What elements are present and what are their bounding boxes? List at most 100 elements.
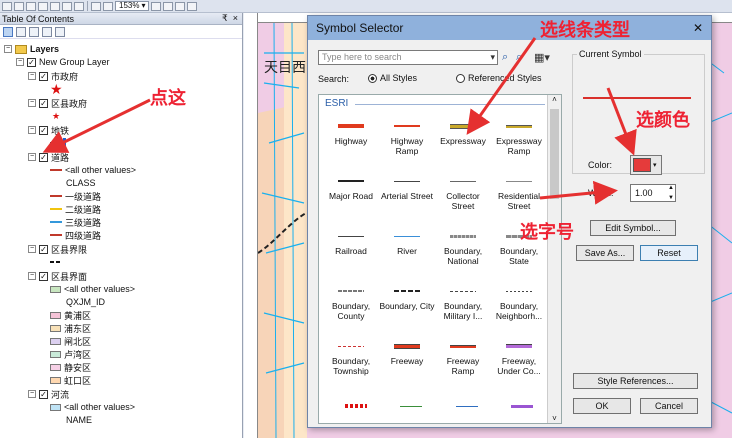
collapse-icon[interactable]: − bbox=[28, 72, 36, 80]
legend-fill-swatch[interactable] bbox=[50, 324, 61, 332]
view-options-icon[interactable]: ▦▾ bbox=[534, 51, 550, 64]
layer-visibility-checkbox[interactable]: ✓ bbox=[27, 57, 36, 67]
search-icon[interactable]: ⌕ bbox=[502, 51, 508, 64]
legend-fill-swatch[interactable] bbox=[50, 337, 61, 345]
legend-row[interactable]: 虹口区 bbox=[50, 374, 91, 386]
radio-unselected-icon[interactable] bbox=[456, 73, 465, 83]
symbol-item[interactable]: Boundary, City bbox=[379, 285, 435, 311]
layer-row[interactable]: − ✓ 区县界面 bbox=[28, 270, 87, 282]
layer-row[interactable]: − ✓ 河流 bbox=[28, 388, 69, 400]
scroll-up-icon[interactable]: ˄ bbox=[548, 95, 561, 104]
legend-row[interactable]: 闸北区 bbox=[50, 335, 91, 347]
toolbar-button-icon[interactable] bbox=[62, 1, 72, 11]
options-icon[interactable] bbox=[55, 26, 65, 37]
collapse-icon[interactable]: − bbox=[28, 99, 36, 107]
dialog-titlebar[interactable]: Symbol Selector ✕ bbox=[308, 16, 711, 40]
collapse-icon[interactable]: − bbox=[28, 390, 36, 398]
list-by-selection-icon[interactable] bbox=[42, 26, 52, 37]
close-icon[interactable]: ✕ bbox=[693, 21, 703, 35]
reset-button[interactable]: Reset bbox=[640, 245, 698, 261]
chevron-down-icon[interactable]: ▾ bbox=[490, 51, 495, 64]
scroll-down-icon[interactable]: ˅ bbox=[548, 414, 561, 423]
toolbar-button-icon[interactable] bbox=[151, 1, 162, 11]
list-by-visibility-icon[interactable] bbox=[29, 26, 39, 37]
legend-row[interactable]: <all other values> bbox=[50, 164, 136, 176]
symbol-item[interactable]: Major Road bbox=[323, 175, 379, 201]
symbol-gallery[interactable]: ESRI ˄ ˅ Highway Highway Ramp Expressway… bbox=[318, 94, 562, 424]
legend-fill-swatch[interactable] bbox=[50, 285, 61, 293]
layer-visibility-checkbox[interactable]: ✓ bbox=[39, 389, 48, 399]
toolbar-button-icon[interactable] bbox=[175, 1, 186, 11]
blue-line-swatch[interactable] bbox=[455, 405, 478, 407]
scroll-thumb[interactable] bbox=[550, 109, 559, 199]
legend-row[interactable]: 一级道路 bbox=[50, 190, 101, 202]
legend-line-symbol[interactable] bbox=[50, 195, 62, 197]
toolbar-button-icon[interactable] bbox=[14, 1, 24, 11]
layer-row[interactable]: − ✓ 区县界限 bbox=[28, 243, 87, 255]
radio-selected-icon[interactable] bbox=[368, 73, 377, 83]
symbol-item[interactable]: Highway Ramp bbox=[379, 120, 435, 156]
collapse-icon[interactable]: − bbox=[28, 272, 36, 280]
symbol-item[interactable]: Boundary, National bbox=[435, 230, 491, 266]
toolbar-button-icon[interactable] bbox=[187, 1, 198, 11]
color-picker-button[interactable]: ▾ bbox=[630, 155, 662, 175]
legend-row[interactable]: 四级道路 bbox=[50, 229, 101, 241]
spin-down-icon[interactable]: ▼ bbox=[668, 195, 674, 201]
symbol-item[interactable]: Expressway bbox=[435, 120, 491, 146]
list-by-source-icon[interactable] bbox=[16, 26, 26, 37]
collapse-icon[interactable]: − bbox=[4, 45, 12, 53]
zoom-scale-combo[interactable]: 153% ▾ bbox=[115, 1, 150, 11]
symbol-item[interactable]: Residential Street bbox=[491, 175, 547, 211]
symbol-item[interactable]: Freeway, Under Co... bbox=[491, 340, 547, 376]
list-by-drawing-order-icon[interactable] bbox=[3, 26, 13, 37]
symbol-item[interactable]: Boundary, Neighborh... bbox=[491, 285, 547, 321]
toolbar-button-icon[interactable] bbox=[103, 1, 113, 11]
close-icon[interactable]: × bbox=[233, 13, 238, 24]
legend-line-symbol[interactable] bbox=[50, 221, 62, 223]
legend-row[interactable]: 卢湾区 bbox=[50, 348, 91, 360]
legend-fill-swatch[interactable] bbox=[50, 311, 61, 319]
legend-row[interactable]: 浦东区 bbox=[50, 322, 91, 334]
legend-fill-swatch[interactable] bbox=[50, 403, 61, 411]
legend-row[interactable]: <all other values> bbox=[50, 283, 135, 295]
all-styles-radio[interactable]: All Styles bbox=[368, 73, 417, 83]
search-options-icon[interactable]: ⌕ bbox=[516, 51, 522, 64]
layer-row[interactable]: − ✓ 地铁 bbox=[28, 124, 69, 136]
purple-line-swatch[interactable] bbox=[510, 404, 533, 408]
collapse-icon[interactable]: − bbox=[28, 126, 36, 134]
line-symbol-row[interactable] bbox=[50, 137, 66, 149]
layers-root-row[interactable]: − Layers bbox=[4, 43, 59, 55]
legend-line-symbol[interactable] bbox=[50, 234, 62, 236]
toolbar-button-icon[interactable] bbox=[50, 1, 60, 11]
legend-row[interactable]: <all other values> bbox=[50, 401, 135, 413]
legend-row[interactable]: 静安区 bbox=[50, 361, 91, 373]
style-references-button[interactable]: Style References... bbox=[573, 373, 698, 389]
toolbar-button-icon[interactable] bbox=[38, 1, 48, 11]
star-symbol-icon[interactable]: ★ bbox=[52, 111, 60, 122]
toolbar-button-icon[interactable] bbox=[163, 1, 174, 11]
legend-fill-swatch[interactable] bbox=[50, 350, 61, 358]
symbol-item[interactable]: Freeway bbox=[379, 340, 435, 366]
layer-row[interactable]: − ✓ 区县政府 bbox=[28, 97, 87, 109]
symbol-item[interactable]: Boundary, Township bbox=[323, 340, 379, 376]
collapse-icon[interactable]: − bbox=[28, 153, 36, 161]
toolbar-button-icon[interactable] bbox=[91, 1, 101, 11]
symbol-item[interactable]: Highway bbox=[323, 120, 379, 146]
referenced-styles-radio[interactable]: Referenced Styles bbox=[456, 73, 542, 83]
ok-button[interactable]: OK bbox=[573, 398, 631, 414]
spin-up-icon[interactable]: ▲ bbox=[668, 185, 674, 191]
layer-visibility-checkbox[interactable]: ✓ bbox=[39, 271, 48, 281]
symbol-item[interactable]: Expressway Ramp bbox=[491, 120, 547, 156]
collapse-icon[interactable]: − bbox=[16, 58, 24, 66]
toolbar-button-icon[interactable] bbox=[74, 1, 84, 11]
layer-row[interactable]: − ✓ 道路 bbox=[28, 151, 69, 163]
symbol-item[interactable]: Freeway Ramp bbox=[435, 340, 491, 376]
toolbar-button-icon[interactable] bbox=[2, 1, 12, 11]
cancel-button[interactable]: Cancel bbox=[640, 398, 698, 414]
legend-fill-swatch[interactable] bbox=[50, 363, 61, 371]
layer-visibility-checkbox[interactable]: ✓ bbox=[39, 98, 48, 108]
boundary-line-symbol[interactable] bbox=[50, 261, 62, 263]
symbol-item[interactable]: Boundary, County bbox=[323, 285, 379, 321]
dashed-red-line-swatch[interactable] bbox=[345, 404, 367, 408]
edit-symbol-button[interactable]: Edit Symbol... bbox=[590, 220, 676, 236]
